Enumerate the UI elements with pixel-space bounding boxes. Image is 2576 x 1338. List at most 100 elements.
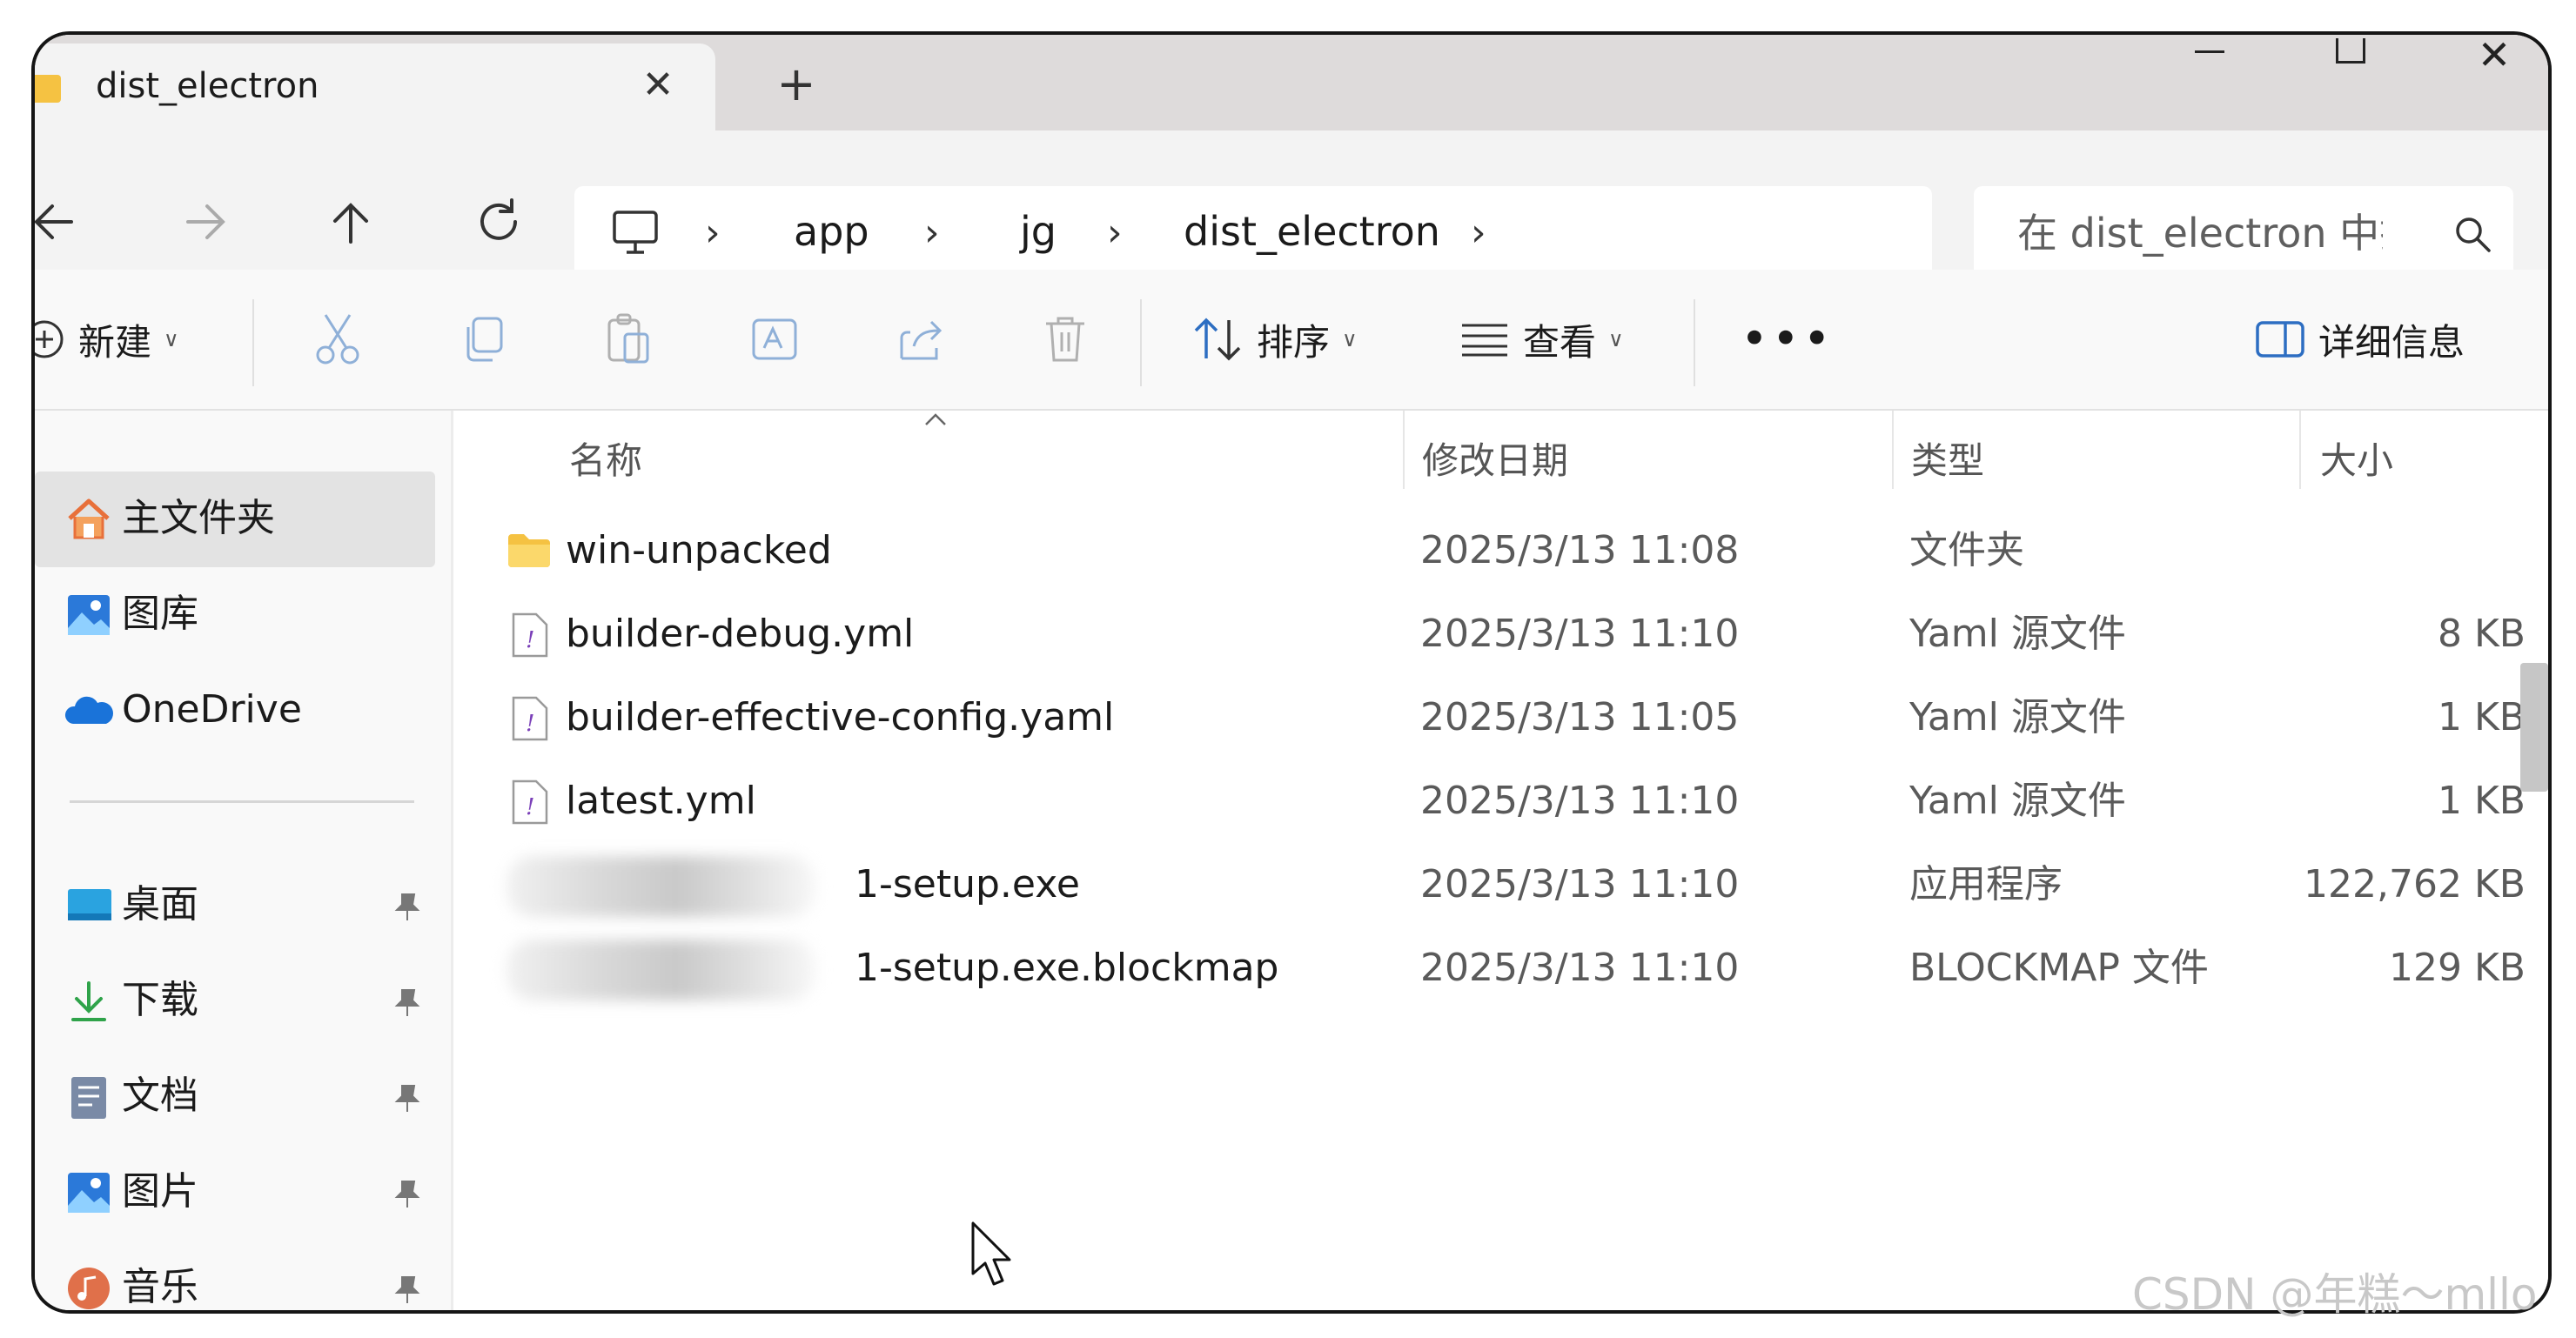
- chevron-right-icon[interactable]: ›: [1471, 211, 1486, 256]
- file-type: Yaml 源文件: [1909, 779, 2126, 823]
- sidebar-item-home[interactable]: 主文件夹: [35, 472, 435, 567]
- close-window-button[interactable]: ✕: [2442, 35, 2546, 96]
- tab-close-button[interactable]: ✕: [632, 59, 684, 111]
- file-size: 1 KB: [2437, 695, 2526, 739]
- scissors-icon: [316, 314, 359, 365]
- table-row[interactable]: ! latest.yml 2025/3/13 11:10 Yaml 源文件 1 …: [454, 760, 2548, 844]
- download-icon: [71, 981, 106, 1021]
- column-header-type[interactable]: 类型: [1911, 437, 1984, 485]
- file-size: 8 KB: [2437, 612, 2526, 656]
- file-explorer-window: dist_electron ✕ + ✕ › app › jg › dist_el…: [31, 31, 2552, 1314]
- sidebar-item-pictures[interactable]: 图片: [35, 1145, 435, 1241]
- chevron-right-icon[interactable]: ›: [1107, 211, 1123, 256]
- table-row[interactable]: ! builder-debug.yml 2025/3/13 11:10 Yaml…: [454, 593, 2548, 677]
- column-divider[interactable]: [1403, 411, 1405, 489]
- sidebar-item-label: 图片: [122, 1169, 198, 1214]
- pin-icon[interactable]: [392, 1274, 423, 1305]
- breadcrumb-item-app[interactable]: app: [794, 205, 869, 258]
- view-label: 查看: [1523, 320, 1597, 364]
- file-type: Yaml 源文件: [1909, 612, 2126, 656]
- pin-icon[interactable]: [392, 891, 423, 922]
- documents-icon: [71, 1077, 106, 1119]
- gallery-icon: [68, 595, 110, 635]
- sidebar-item-downloads[interactable]: 下载: [35, 953, 435, 1049]
- sort-button[interactable]: 排序 ∨: [1192, 304, 1358, 374]
- paste-icon: [607, 313, 649, 364]
- breadcrumb[interactable]: › app › jg › dist_electron ›: [574, 186, 1932, 280]
- list-view-icon: [1462, 324, 1507, 357]
- file-name: 1-setup.exe.blockmap: [855, 946, 1279, 990]
- chevron-right-icon[interactable]: ›: [705, 211, 721, 256]
- back-button[interactable]: [35, 183, 96, 261]
- cut-button[interactable]: [313, 304, 362, 374]
- scrollbar-thumb[interactable]: [2520, 663, 2548, 792]
- table-row[interactable]: 1-setup.exe 2025/3/13 11:10 应用程序 122,762…: [454, 844, 2548, 927]
- rename-icon: [752, 318, 797, 360]
- search-icon[interactable]: [2452, 214, 2492, 254]
- share-button[interactable]: [896, 304, 949, 374]
- svg-text:!: !: [526, 794, 534, 820]
- file-modified: 2025/3/13 11:10: [1420, 612, 1740, 656]
- file-modified: 2025/3/13 11:05: [1420, 695, 1740, 739]
- breadcrumb-item-dist-electron[interactable]: dist_electron: [1184, 205, 1440, 258]
- minimize-button[interactable]: [2158, 35, 2263, 96]
- view-button[interactable]: 查看 ∨: [1459, 304, 1624, 374]
- delete-button[interactable]: [1041, 304, 1090, 374]
- rename-button[interactable]: [748, 304, 801, 374]
- chevron-right-icon[interactable]: ›: [924, 211, 940, 256]
- divider: [70, 800, 414, 803]
- sidebar-item-label: 桌面: [122, 882, 198, 927]
- new-button[interactable]: 新建 ∨: [35, 304, 179, 374]
- pane-divider[interactable]: [451, 411, 453, 1310]
- breadcrumb-item-jg[interactable]: jg: [1020, 205, 1057, 258]
- yaml-file-icon: !: [512, 779, 548, 825]
- pin-icon[interactable]: [392, 1178, 423, 1209]
- up-button[interactable]: [312, 183, 390, 261]
- column-header-size[interactable]: 大小: [2320, 437, 2393, 485]
- file-name: win-unpacked: [566, 528, 832, 572]
- details-pane-icon: [2256, 321, 2304, 358]
- column-header-name[interactable]: 名称: [569, 437, 642, 485]
- maximize-button[interactable]: [2298, 35, 2402, 96]
- file-type: Yaml 源文件: [1909, 695, 2126, 739]
- file-name: builder-effective-config.yaml: [566, 695, 1115, 739]
- tab-title: dist_electron: [96, 66, 319, 106]
- file-type: 文件夹: [1909, 528, 2024, 572]
- search-input[interactable]: 在 dist_electron 中搜索: [1974, 186, 2513, 280]
- table-row[interactable]: win-unpacked 2025/3/13 11:08 文件夹: [454, 510, 2548, 593]
- refresh-button[interactable]: [460, 183, 538, 261]
- more-options-button[interactable]: •••: [1741, 316, 1835, 363]
- yaml-file-icon: !: [512, 696, 548, 741]
- title-bar: dist_electron ✕ + ✕: [35, 35, 2548, 130]
- sidebar-item-gallery[interactable]: 图库: [35, 567, 435, 663]
- new-tab-button[interactable]: +: [766, 56, 827, 117]
- column-divider[interactable]: [2299, 411, 2301, 489]
- pin-icon[interactable]: [392, 987, 423, 1018]
- file-name: builder-debug.yml: [566, 612, 915, 656]
- desktop-icon: [68, 889, 111, 920]
- table-row[interactable]: ! builder-effective-config.yaml 2025/3/1…: [454, 677, 2548, 760]
- column-divider[interactable]: [1892, 411, 1894, 489]
- details-button[interactable]: 详细信息: [2254, 304, 2465, 374]
- file-size: 1 KB: [2437, 779, 2526, 823]
- sidebar-item-onedrive[interactable]: OneDrive: [35, 663, 435, 759]
- svg-text:!: !: [526, 627, 534, 653]
- file-modified: 2025/3/13 11:10: [1420, 862, 1740, 906]
- file-type: 应用程序: [1909, 862, 2063, 906]
- pin-icon[interactable]: [392, 1082, 423, 1114]
- paste-button[interactable]: [604, 304, 653, 374]
- table-row[interactable]: 1-setup.exe.blockmap 2025/3/13 11:10 BLO…: [454, 927, 2548, 1011]
- computer-icon[interactable]: [609, 209, 661, 258]
- tab-dist-electron[interactable]: dist_electron ✕: [35, 43, 715, 130]
- sidebar-item-documents[interactable]: 文档: [35, 1049, 435, 1145]
- forward-button[interactable]: [165, 183, 244, 261]
- details-label: 详细信息: [2318, 320, 2465, 364]
- file-modified: 2025/3/13 11:10: [1420, 946, 1740, 990]
- sidebar-item-desktop[interactable]: 桌面: [35, 858, 435, 953]
- column-header-modified[interactable]: 修改日期: [1422, 437, 1568, 485]
- up-arrow-icon: [333, 203, 368, 244]
- copy-button[interactable]: [460, 304, 508, 374]
- sidebar-item-music[interactable]: 音乐: [35, 1241, 435, 1310]
- file-type: BLOCKMAP 文件: [1909, 946, 2209, 990]
- trash-icon: [1046, 317, 1084, 362]
